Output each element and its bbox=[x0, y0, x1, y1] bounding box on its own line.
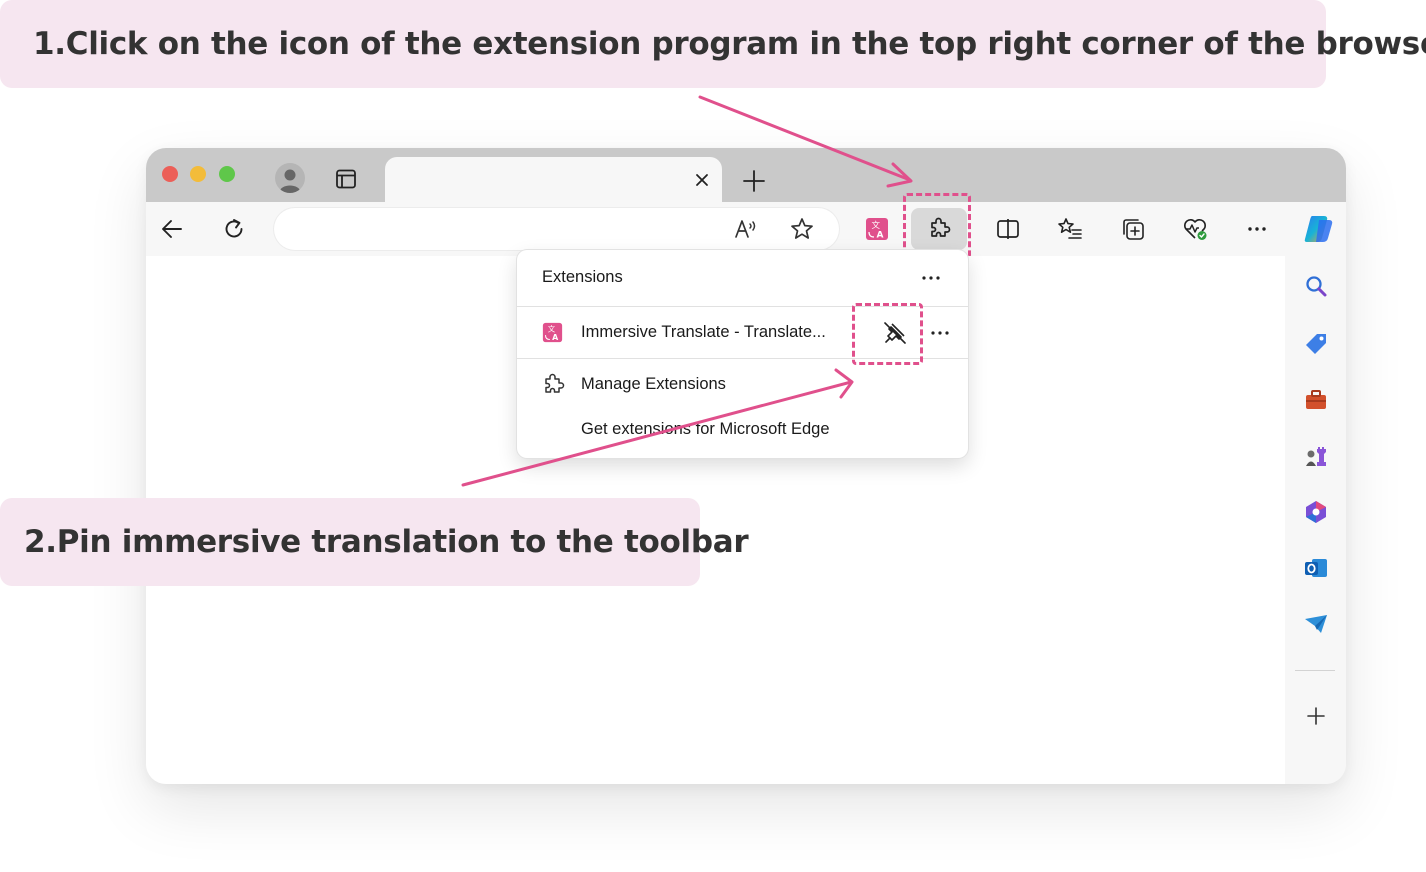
more-icon[interactable] bbox=[1243, 215, 1271, 243]
puzzle-icon bbox=[541, 373, 565, 397]
games-icon[interactable] bbox=[1302, 442, 1330, 470]
window-minimize-button[interactable] bbox=[190, 166, 206, 182]
svg-text:A: A bbox=[552, 333, 559, 342]
popup-title: Extensions bbox=[542, 268, 623, 286]
address-bar[interactable] bbox=[274, 208, 839, 250]
step1-callout: 1.Click on the icon of the extension pro… bbox=[0, 0, 1426, 88]
close-tab-icon[interactable] bbox=[691, 169, 713, 191]
step2-callout: 2.Pin immersive translation to the toolb… bbox=[0, 498, 749, 586]
immersive-translate-icon: 文A bbox=[542, 322, 563, 343]
refresh-icon[interactable] bbox=[220, 215, 248, 243]
immersive-translate-icon[interactable]: 文A bbox=[863, 215, 891, 243]
plus-icon bbox=[743, 170, 765, 192]
favorites-list-icon[interactable] bbox=[1056, 215, 1084, 243]
tab-actions-icon[interactable] bbox=[334, 167, 358, 191]
person-icon bbox=[279, 169, 301, 193]
get-extensions-link[interactable]: Get extensions for Microsoft Edge bbox=[581, 420, 830, 439]
svg-text:A: A bbox=[877, 231, 884, 241]
manage-extensions-item[interactable]: Manage Extensions bbox=[517, 359, 968, 409]
window-maximize-button[interactable] bbox=[219, 166, 235, 182]
extension-name: Immersive Translate - Translate... bbox=[581, 323, 826, 341]
tools-icon[interactable] bbox=[1302, 386, 1330, 414]
search-icon[interactable] bbox=[1302, 272, 1330, 300]
pin-highlight-box bbox=[852, 303, 923, 365]
microsoft-365-icon[interactable] bbox=[1302, 498, 1330, 526]
collections-icon[interactable] bbox=[1119, 215, 1147, 243]
svg-text:文: 文 bbox=[872, 220, 881, 231]
step2-text: 2.Pin immersive translation to the toolb… bbox=[24, 524, 749, 560]
outlook-icon[interactable] bbox=[1302, 554, 1330, 582]
read-aloud-icon[interactable] bbox=[732, 215, 760, 243]
browser-window: 文A bbox=[146, 148, 1346, 784]
back-arrow-icon[interactable] bbox=[158, 215, 186, 243]
active-tab[interactable] bbox=[385, 157, 722, 202]
profile-avatar[interactable] bbox=[275, 163, 305, 193]
edge-sidebar bbox=[1285, 256, 1346, 784]
telegram-icon[interactable] bbox=[1302, 610, 1330, 638]
browser-essentials-icon[interactable] bbox=[1181, 215, 1209, 243]
new-tab-button[interactable] bbox=[740, 167, 768, 195]
tab-strip bbox=[146, 148, 1346, 202]
shopping-tag-icon[interactable] bbox=[1302, 330, 1330, 358]
sidebar-divider bbox=[1295, 670, 1335, 671]
add-icon[interactable] bbox=[1302, 702, 1330, 730]
window-close-button[interactable] bbox=[162, 166, 178, 182]
manage-extensions-label: Manage Extensions bbox=[581, 375, 726, 393]
extension-more-icon[interactable] bbox=[927, 320, 953, 346]
split-screen-icon[interactable] bbox=[994, 215, 1022, 243]
browser-toolbar: 文A bbox=[146, 193, 1346, 259]
favorite-star-icon[interactable] bbox=[788, 215, 816, 243]
step1-text: 1.Click on the icon of the extension pro… bbox=[33, 26, 1426, 62]
copilot-icon[interactable] bbox=[1301, 211, 1337, 247]
popup-more-icon[interactable] bbox=[919, 266, 943, 290]
